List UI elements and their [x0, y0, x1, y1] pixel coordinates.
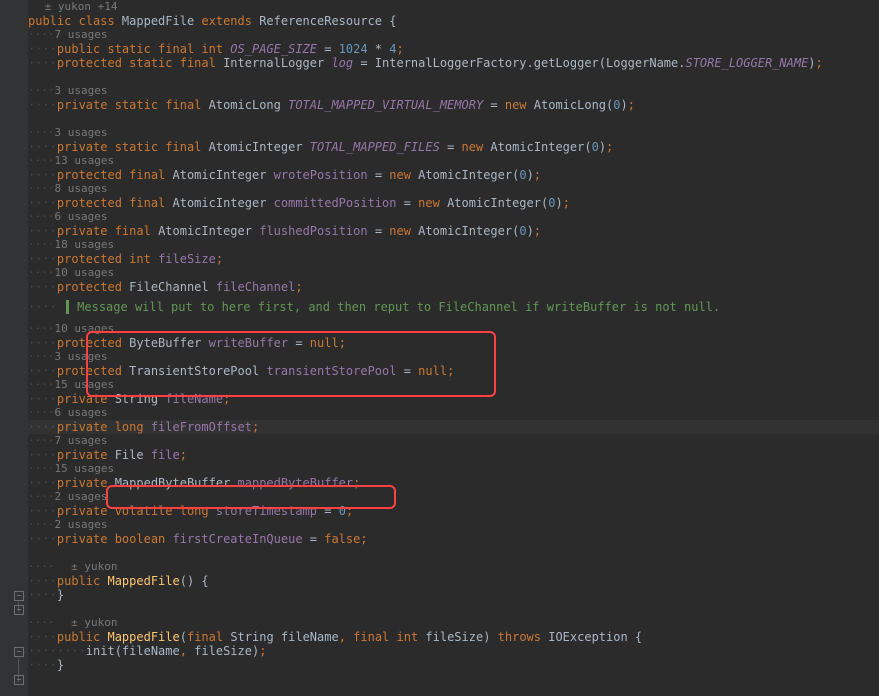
- fold-toggle[interactable]: −: [14, 591, 24, 601]
- usage-hint[interactable]: ····8 usages: [28, 182, 879, 196]
- usage-hint[interactable]: ····6 usages: [28, 210, 879, 224]
- author-annotation[interactable]: ···· ± yukon: [28, 616, 879, 630]
- code-line[interactable]: ····}: [28, 658, 879, 672]
- code-line[interactable]: ····protected TransientStorePool transie…: [28, 364, 879, 378]
- code-editor[interactable]: − − − − ± yukon +14 public class MappedF…: [0, 0, 879, 696]
- usage-hint[interactable]: ····6 usages: [28, 406, 879, 420]
- code-line[interactable]: public class MappedFile extends Referenc…: [28, 14, 879, 28]
- code-area[interactable]: ± yukon +14 public class MappedFile exte…: [28, 0, 879, 672]
- code-line[interactable]: ····private static final AtomicInteger T…: [28, 140, 879, 154]
- usage-hint[interactable]: ····15 usages: [28, 462, 879, 476]
- usage-hint[interactable]: ····7 usages: [28, 434, 879, 448]
- code-line[interactable]: ····protected int fileSize;: [28, 252, 879, 266]
- code-line[interactable]: ········init(fileName, fileSize);: [28, 644, 879, 658]
- code-line[interactable]: ····public static final int OS_PAGE_SIZE…: [28, 42, 879, 56]
- code-line[interactable]: ····private static final AtomicLong TOTA…: [28, 98, 879, 112]
- code-line[interactable]: ····private boolean firstCreateInQueue =…: [28, 532, 879, 546]
- code-line[interactable]: ····private File file;: [28, 448, 879, 462]
- usage-hint[interactable]: ····15 usages: [28, 378, 879, 392]
- code-line[interactable]: ····private MappedByteBuffer mappedByteB…: [28, 476, 879, 490]
- author-annotation[interactable]: ···· ± yukon: [28, 560, 879, 574]
- code-line[interactable]: ····protected final AtomicInteger wroteP…: [28, 168, 879, 182]
- usage-hint[interactable]: ····18 usages: [28, 238, 879, 252]
- fold-toggle[interactable]: −: [14, 605, 24, 615]
- blank-line: [28, 70, 879, 84]
- blank-line: [28, 112, 879, 126]
- code-line[interactable]: ····private String fileName;: [28, 392, 879, 406]
- code-line[interactable]: ····protected FileChannel fileChannel;: [28, 280, 879, 294]
- usage-hint[interactable]: ····3 usages: [28, 126, 879, 140]
- code-line[interactable]: ····}: [28, 588, 879, 602]
- usage-hint[interactable]: ····3 usages: [28, 350, 879, 364]
- gutter: − − − −: [0, 0, 28, 696]
- usage-hint[interactable]: ····2 usages: [28, 518, 879, 532]
- blank-line: [28, 546, 879, 560]
- code-line-highlighted[interactable]: ····private long fileFromOffset;: [28, 420, 879, 434]
- usage-hint[interactable]: ····2 usages: [28, 490, 879, 504]
- code-line[interactable]: ····protected static final InternalLogge…: [28, 56, 879, 70]
- code-line[interactable]: ····private final AtomicInteger flushedP…: [28, 224, 879, 238]
- fold-toggle[interactable]: −: [14, 675, 24, 685]
- blank-line: [28, 602, 879, 616]
- usage-hint[interactable]: ····13 usages: [28, 154, 879, 168]
- usage-hint[interactable]: ····10 usages: [28, 266, 879, 280]
- code-line[interactable]: ····private volatile long storeTimestamp…: [28, 504, 879, 518]
- usage-hint[interactable]: ····7 usages: [28, 28, 879, 42]
- usage-hint[interactable]: ····10 usages: [28, 322, 879, 336]
- code-line[interactable]: ····public MappedFile(final String fileN…: [28, 630, 879, 644]
- author-annotation[interactable]: ± yukon +14: [28, 0, 879, 14]
- doc-comment-line: ···· Message will put to here first, and…: [28, 294, 879, 322]
- code-line[interactable]: ····protected final AtomicInteger commit…: [28, 196, 879, 210]
- fold-toggle[interactable]: −: [14, 647, 24, 657]
- usage-hint[interactable]: ····3 usages: [28, 84, 879, 98]
- code-line[interactable]: ····protected ByteBuffer writeBuffer = n…: [28, 336, 879, 350]
- code-line[interactable]: ····public MappedFile() {: [28, 574, 879, 588]
